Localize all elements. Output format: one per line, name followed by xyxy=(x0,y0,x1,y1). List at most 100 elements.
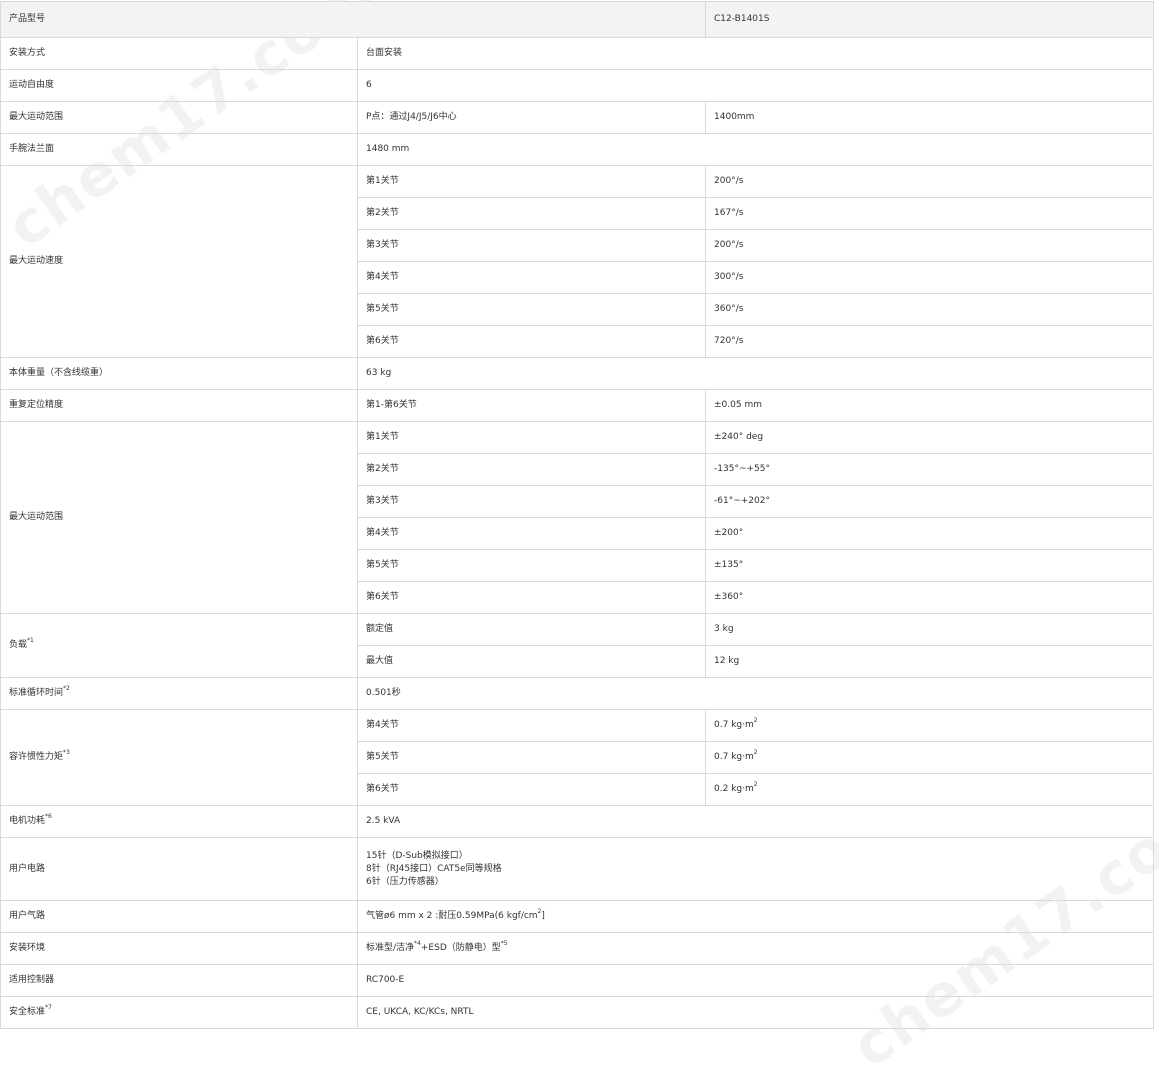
exponent: 2 xyxy=(753,781,758,788)
table-row: 负载*1 额定值 3 kg xyxy=(0,613,1155,678)
joint-label: 第6关节 xyxy=(356,773,707,806)
row-label: 重复定位精度 xyxy=(0,389,358,422)
footnote-mark: *7 xyxy=(45,1004,52,1011)
table-row: 用户气路 气管ø6 mm x 2 :耐压0.59MPa(6 kgf/cm2] xyxy=(0,900,1155,933)
row-value: 2.5 kVA xyxy=(356,805,1155,838)
row-value: 0.501秒 xyxy=(356,677,1155,710)
row-label: 运动自由度 xyxy=(0,69,358,102)
footnote-mark: *6 xyxy=(45,813,52,820)
row-label: 手腕法兰面 xyxy=(0,133,358,166)
joint-label: 第6关节 xyxy=(356,325,707,358)
label-text: 标准循环时间 xyxy=(9,688,64,698)
footnote-mark: *3 xyxy=(63,749,70,756)
row-label: 标准循环时间*2 xyxy=(0,677,358,710)
footnote-mark: *1 xyxy=(27,637,34,644)
joint-label: 第5关节 xyxy=(356,741,707,774)
table-row: 电机功耗*6 2.5 kVA xyxy=(0,805,1155,838)
joint-label: 第2关节 xyxy=(356,453,707,486)
row-value: 1480 mm xyxy=(356,133,1155,166)
joint-label: 第3关节 xyxy=(356,229,707,262)
label-text: 容许惯性力矩 xyxy=(9,752,64,762)
row-value: 气管ø6 mm x 2 :耐压0.59MPa(6 kgf/cm2] xyxy=(356,900,1155,933)
model-label: 产品型号 xyxy=(0,1,707,38)
table-row: 手腕法兰面 1480 mm xyxy=(0,133,1155,166)
table-row: 适用控制器 RC700-E xyxy=(0,964,1155,997)
joint-label: 第6关节 xyxy=(356,581,707,614)
value-text: ] xyxy=(541,911,545,921)
value-text: 0.2 kg·m xyxy=(714,784,754,794)
joint-label: 第1关节 xyxy=(356,421,707,454)
row-label: 安装方式 xyxy=(0,37,358,70)
joint-label: 第4关节 xyxy=(356,517,707,550)
table-row: 安装环境 标准型/洁净*4+ESD（防静电）型*5 xyxy=(0,932,1155,965)
joint-value: ±135° xyxy=(705,549,1155,582)
table-row: 最大运动范围 第1关节 ±240° deg xyxy=(0,421,1155,614)
joint-label: 第5关节 xyxy=(356,293,707,326)
row-label: 安全标准*7 xyxy=(0,996,358,1029)
circuit-line: 8针（RJ45接口）CAT5e同等规格 xyxy=(366,863,502,874)
joint-value: 167°/s xyxy=(705,197,1155,230)
row-label: 安装环境 xyxy=(0,932,358,965)
row-sublabel: 第1-第6关节 xyxy=(356,389,707,422)
row-value: 标准型/洁净*4+ESD（防静电）型*5 xyxy=(356,932,1155,965)
table-row: 用户电路 15针（D-Sub模拟接口） 8针（RJ45接口）CAT5e同等规格 … xyxy=(0,837,1155,901)
spec-table: 产品型号 C12-B1401S 安装方式 台面安装 运动自由度 6 最大运动范围… xyxy=(0,1,1155,1029)
table-row: 重复定位精度 第1-第6关节 ±0.05 mm xyxy=(0,389,1155,422)
table-row: 标准循环时间*2 0.501秒 xyxy=(0,677,1155,710)
joint-value: 300°/s xyxy=(705,261,1155,294)
joint-value: ±200° xyxy=(705,517,1155,550)
row-value: 6 xyxy=(356,69,1155,102)
joint-value: ±240° deg xyxy=(705,421,1155,454)
row-sublabel: 额定值 xyxy=(356,613,707,646)
joint-value: 0.7 kg·m2 xyxy=(705,741,1155,774)
row-value: 12 kg xyxy=(705,645,1155,678)
joint-value: 200°/s xyxy=(705,165,1155,198)
value-text: +ESD（防静电）型 xyxy=(420,943,501,953)
row-value: 63 kg xyxy=(356,357,1155,390)
row-label: 容许惯性力矩*3 xyxy=(0,709,358,806)
exponent: 2 xyxy=(753,717,758,724)
circuit-line: 15针（D-Sub模拟接口） xyxy=(366,850,468,861)
row-label: 用户气路 xyxy=(0,900,358,933)
row-label: 负载*1 xyxy=(0,613,358,678)
value-text: 0.7 kg·m xyxy=(714,752,754,762)
value-text: 气管ø6 mm x 2 :耐压0.59MPa(6 kgf/cm xyxy=(366,911,538,921)
row-label: 最大运动速度 xyxy=(0,165,358,358)
row-label: 最大运动范围 xyxy=(0,421,358,614)
table-row: 安全标准*7 CE, UKCA, KC/KCs, NRTL xyxy=(0,996,1155,1029)
row-label: 本体重量（不含线缆重） xyxy=(0,357,358,390)
row-label: 适用控制器 xyxy=(0,964,358,997)
value-text: 标准型/洁净 xyxy=(366,943,415,953)
joint-label: 第2关节 xyxy=(356,197,707,230)
row-value: 1400mm xyxy=(705,101,1155,134)
row-sublabel: 最大值 xyxy=(356,645,707,678)
circuit-line: 6针（压力传感器） xyxy=(366,876,444,887)
row-value: ±0.05 mm xyxy=(705,389,1155,422)
joint-value: -61°~+202° xyxy=(705,485,1155,518)
footnote-mark: *5 xyxy=(500,940,508,947)
table-row: 本体重量（不含线缆重） 63 kg xyxy=(0,357,1155,390)
joint-value: 200°/s xyxy=(705,229,1155,262)
row-value: 台面安装 xyxy=(356,37,1155,70)
joint-label: 第4关节 xyxy=(356,709,707,742)
table-row: 最大运动速度 第1关节 200°/s xyxy=(0,165,1155,358)
row-label: 最大运动范围 xyxy=(0,101,358,134)
row-value: 15针（D-Sub模拟接口） 8针（RJ45接口）CAT5e同等规格 6针（压力… xyxy=(356,837,1155,901)
label-text: 负载 xyxy=(9,640,28,650)
joint-value: 0.7 kg·m2 xyxy=(705,709,1155,742)
value-text: 0.7 kg·m xyxy=(714,720,754,730)
footnote-mark: *2 xyxy=(63,685,70,692)
table-row: 运动自由度 6 xyxy=(0,69,1155,102)
row-label: 用户电路 xyxy=(0,837,358,901)
row-value: 3 kg xyxy=(705,613,1155,646)
row-value: CE, UKCA, KC/KCs, NRTL xyxy=(356,996,1155,1029)
row-label: 电机功耗*6 xyxy=(0,805,358,838)
table-row: 安装方式 台面安装 xyxy=(0,37,1155,70)
label-text: 安全标准 xyxy=(9,1007,46,1017)
joint-label: 第5关节 xyxy=(356,549,707,582)
table-row: 最大运动范围 P点：通过J4/J5/J6中心 1400mm xyxy=(0,101,1155,134)
joint-value: -135°~+55° xyxy=(705,453,1155,486)
table-row: 容许惯性力矩*3 第4关节 0.7 kg·m2 xyxy=(0,709,1155,806)
row-sublabel: P点：通过J4/J5/J6中心 xyxy=(356,101,707,134)
exponent: 2 xyxy=(753,749,758,756)
